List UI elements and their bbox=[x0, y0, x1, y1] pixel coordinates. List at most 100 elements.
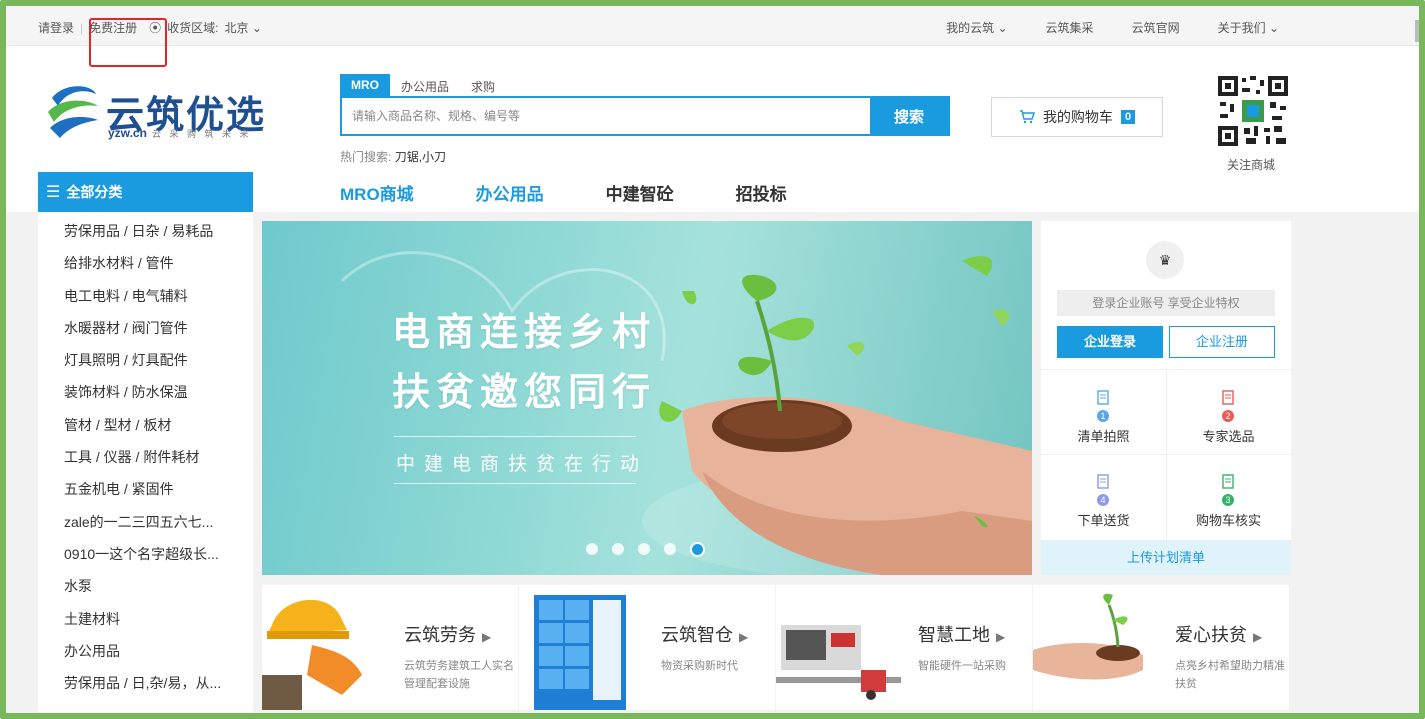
step-number: 2 bbox=[1222, 410, 1234, 422]
category-item[interactable]: 0910一这个名字超级长... bbox=[64, 544, 253, 576]
step-number: 1 bbox=[1097, 410, 1109, 422]
enterprise-tip: 登录企业账号 享受企业特权 bbox=[1057, 290, 1275, 316]
document-icon bbox=[1097, 390, 1109, 405]
step-number: 3 bbox=[1222, 494, 1234, 506]
worker-helmet-image bbox=[262, 599, 362, 710]
search-box: 搜索 bbox=[340, 96, 950, 136]
step-photo-list: 1 清单拍照 bbox=[1041, 370, 1166, 454]
search-tabs: MRO 办公用品 求购 bbox=[340, 74, 952, 96]
main-nav: MRO商城 办公用品 中建智砼 招投标 bbox=[340, 180, 787, 205]
category-item[interactable]: 装饰材料 / 防水保温 bbox=[64, 382, 253, 414]
document-icon bbox=[1222, 474, 1234, 489]
category-item[interactable]: 管材 / 型材 / 板材 bbox=[64, 415, 253, 447]
nav-office-supplies[interactable]: 办公用品 bbox=[476, 180, 544, 205]
banner-tagline: 中建电商扶贫在行动 bbox=[396, 454, 649, 475]
hero-banner[interactable]: 电商连接乡村 扶贫邀您同行 中建电商扶贫在行动 bbox=[262, 221, 1032, 575]
qr-label: 关注商城 bbox=[1227, 158, 1276, 172]
document-icon bbox=[1222, 390, 1234, 405]
menu-icon: ☰ bbox=[46, 184, 61, 201]
carousel-dot[interactable] bbox=[664, 543, 676, 555]
service-title-text: 爱心扶贫 bbox=[1175, 625, 1247, 645]
caret-right-icon: ▶ bbox=[996, 630, 1006, 644]
official-site-link[interactable]: 云筑官网 bbox=[1132, 19, 1180, 36]
document-icon bbox=[1097, 474, 1109, 489]
step-label: 购物车核实 bbox=[1195, 513, 1261, 528]
region-label: 收货区域: bbox=[167, 21, 219, 35]
search-tab-mro[interactable]: MRO bbox=[340, 74, 390, 96]
hot-search: 热门搜索: 刀锯,小刀 bbox=[340, 148, 952, 165]
logo-swirl-icon bbox=[48, 86, 98, 138]
enterprise-login-button[interactable]: 企业登录 bbox=[1057, 326, 1163, 358]
carousel-dot[interactable] bbox=[638, 543, 650, 555]
hot-search-terms[interactable]: 刀锯,小刀 bbox=[395, 150, 446, 164]
chevron-down-icon: ⌄ bbox=[251, 21, 262, 35]
service-smart-warehouse[interactable]: 云筑智仓 ▶ 物资采购新时代 bbox=[519, 585, 775, 710]
login-link[interactable]: 请登录 bbox=[38, 19, 74, 36]
all-categories-button[interactable]: ☰ 全部分类 bbox=[38, 172, 253, 212]
service-desc: 智能硬件一站采购 bbox=[918, 660, 1006, 672]
my-yunzhu-menu[interactable]: 我的云筑 ⌄ bbox=[946, 19, 1007, 36]
my-yunzhu-label: 我的云筑 bbox=[946, 21, 995, 35]
about-menu[interactable]: 关于我们 ⌄ bbox=[1218, 19, 1279, 36]
category-item[interactable]: 办公用品 bbox=[64, 641, 253, 673]
nav-bidding[interactable]: 招投标 bbox=[736, 180, 787, 205]
cart-button[interactable]: 我的购物车 0 bbox=[991, 97, 1163, 137]
service-row: 云筑劳务 ▶ 云筑劳务建筑工人实名管理配套设施 云筑智仓 ▶ 物资采购新时代 智… bbox=[262, 585, 1291, 710]
search-tab-request[interactable]: 求购 bbox=[460, 74, 506, 96]
banner-title-2: 扶贫邀您同行 bbox=[392, 372, 657, 414]
service-title: 云筑智仓 ▶ bbox=[661, 621, 748, 647]
page-frame: 请登录 | 免费注册 ⦿ 收货区域: 北京 ⌄ 我的云筑 ⌄ 云筑集采 云筑官网… bbox=[0, 0, 1425, 719]
step-label: 清单拍照 bbox=[1077, 429, 1130, 444]
cart-icon bbox=[1019, 110, 1035, 124]
enterprise-register-button[interactable]: 企业注册 bbox=[1169, 326, 1275, 358]
service-desc: 云筑劳务建筑工人实名管理配套设施 bbox=[404, 660, 514, 690]
category-item[interactable]: 电工电料 / 电气辅料 bbox=[64, 286, 253, 318]
step-label: 下单送货 bbox=[1077, 513, 1130, 528]
category-item[interactable]: 劳保用品 / 日杂 / 易耗品 bbox=[64, 221, 253, 253]
carousel-dot[interactable] bbox=[586, 543, 598, 555]
step-label: 专家选品 bbox=[1202, 429, 1255, 444]
qr-code-icon[interactable] bbox=[1216, 74, 1290, 148]
caret-right-icon: ▶ bbox=[482, 630, 492, 644]
category-item[interactable]: zale的一二三四五六七... bbox=[64, 512, 253, 544]
category-item[interactable]: 灯具照明 / 灯具配件 bbox=[64, 350, 253, 382]
service-labor[interactable]: 云筑劳务 ▶ 云筑劳务建筑工人实名管理配套设施 bbox=[262, 585, 518, 710]
vending-locker-image bbox=[534, 595, 626, 710]
nav-mro-mall[interactable]: MRO商城 bbox=[340, 180, 414, 205]
service-title-text: 云筑智仓 bbox=[661, 625, 733, 645]
service-smart-site[interactable]: 智慧工地 ▶ 智能硬件一站采购 bbox=[776, 585, 1032, 710]
category-item[interactable]: 五金机电 / 紧固件 bbox=[64, 479, 253, 511]
cart-count-badge: 0 bbox=[1120, 110, 1136, 124]
category-item[interactable]: 土建材料 bbox=[64, 609, 253, 641]
search-input[interactable] bbox=[342, 98, 870, 134]
carousel-dot[interactable] bbox=[612, 543, 624, 555]
carousel-dots bbox=[586, 542, 705, 557]
category-item[interactable]: 工具 / 仪器 / 附件耗材 bbox=[64, 447, 253, 479]
process-steps: 1 清单拍照 2 专家选品 4 下单送货 3 购物车核实 bbox=[1041, 369, 1291, 540]
service-poverty-aid[interactable]: 爱心扶贫 ▶ 点亮乡村希望助力精准扶贫 bbox=[1033, 585, 1289, 710]
search-tab-office[interactable]: 办公用品 bbox=[390, 74, 460, 96]
jicai-link[interactable]: 云筑集采 bbox=[1046, 19, 1094, 36]
region-select[interactable]: 北京 ⌄ bbox=[225, 19, 262, 36]
category-item[interactable]: 劳保用品 / 日,杂/易，从... bbox=[64, 673, 253, 705]
category-item[interactable]: 水暖器材 / 阀门管件 bbox=[64, 318, 253, 350]
service-title-text: 智慧工地 bbox=[918, 625, 990, 645]
search-button[interactable]: 搜索 bbox=[870, 98, 948, 134]
category-item[interactable]: 给排水材料 / 管件 bbox=[64, 253, 253, 285]
site-logo[interactable]: 云筑优选 yzw.cn 云 采 购 筑 未 来 bbox=[42, 80, 272, 142]
upload-plan-list-button[interactable]: 上传计划清单 bbox=[1041, 540, 1291, 575]
category-item[interactable]: 水泵 bbox=[64, 576, 253, 608]
carousel-dot-active[interactable] bbox=[690, 542, 705, 557]
nav-zhongjian-zhitong[interactable]: 中建智砼 bbox=[606, 180, 674, 205]
all-categories-label: 全部分类 bbox=[66, 184, 123, 200]
chevron-down-icon: ⌄ bbox=[1268, 21, 1279, 35]
service-title: 云筑劳务 ▶ bbox=[404, 621, 491, 647]
scrollbar[interactable] bbox=[1415, 20, 1419, 42]
service-desc: 点亮乡村希望助力精准扶贫 bbox=[1175, 660, 1285, 690]
caret-right-icon: ▶ bbox=[1253, 630, 1263, 644]
step-expert-select: 2 专家选品 bbox=[1166, 370, 1291, 454]
chevron-down-icon: ⌄ bbox=[997, 21, 1008, 35]
about-label: 关于我们 bbox=[1217, 21, 1266, 35]
service-desc: 物资采购新时代 bbox=[661, 660, 738, 672]
smart-device-image bbox=[776, 625, 901, 700]
